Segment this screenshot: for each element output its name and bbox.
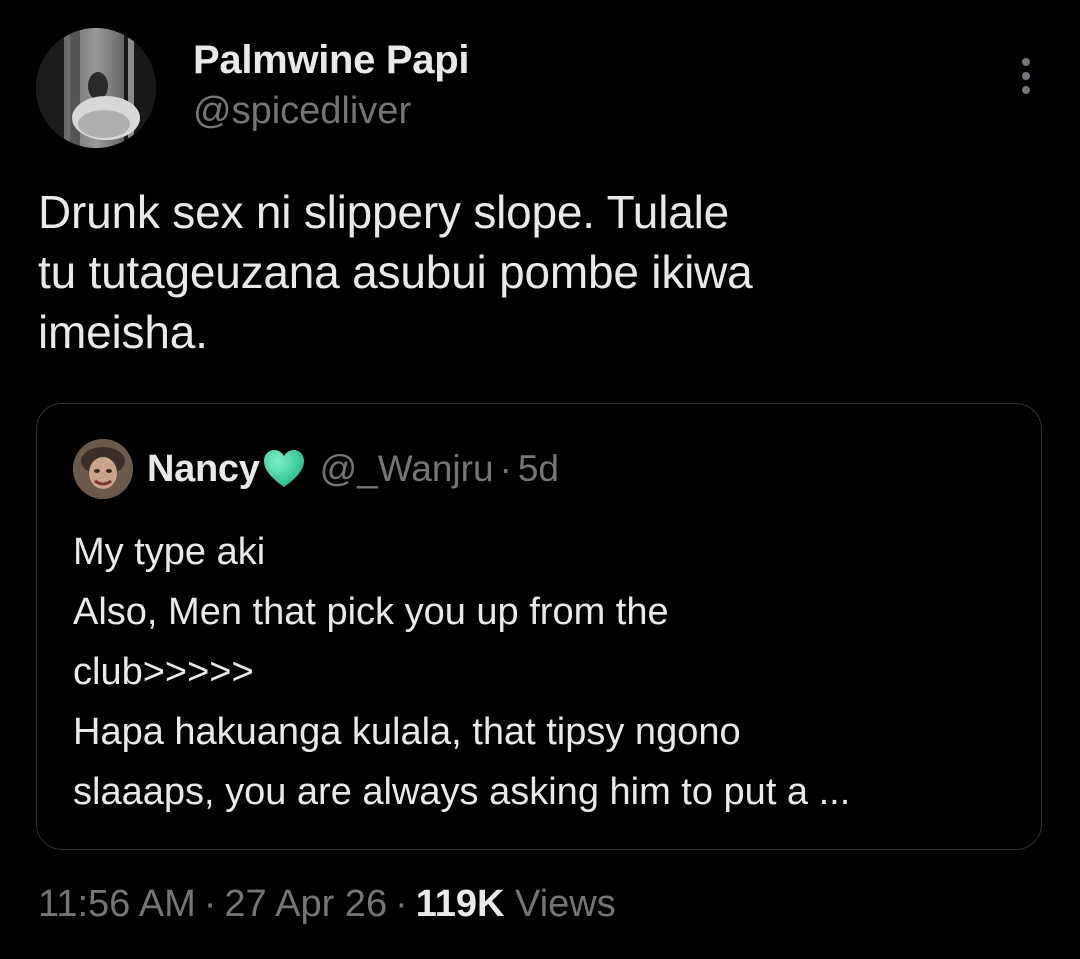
avatar-photo — [36, 28, 156, 148]
quoted-avatar-photo — [73, 439, 133, 499]
meta-separator-dot: · — [203, 883, 217, 925]
meta-separator-dot: · — [395, 883, 408, 925]
quoted-tweet-header: Nancy @_Wanjru · 5d — [73, 438, 559, 500]
author-names: Palmwine Papi @spicedliver — [193, 36, 470, 134]
more-vertical-icon — [1014, 58, 1038, 94]
green-heart-icon — [262, 449, 306, 489]
author-display-name[interactable]: Palmwine Papi — [193, 36, 470, 84]
tweet-detail: Palmwine Papi @spicedliver Drunk sex ni … — [0, 0, 1080, 959]
tweet-date[interactable]: 27 Apr 26 — [224, 883, 387, 925]
views-count: 119K — [415, 883, 505, 925]
quoted-author-display-name: Nancy — [147, 447, 260, 490]
tweet-meta: 11:56 AM · 27 Apr 26 · 119K Views — [38, 876, 616, 932]
views-label: Views — [515, 883, 616, 925]
quoted-separator-dot: · — [499, 448, 512, 489]
quoted-timestamp: 5d — [517, 448, 560, 489]
tweet-text: Drunk sex ni slippery slope. Tulale tu t… — [38, 186, 753, 358]
quoted-author-avatar — [73, 439, 133, 499]
more-options-button[interactable] — [1014, 54, 1038, 102]
author-handle[interactable]: @spicedliver — [193, 88, 469, 134]
quoted-author-handle: @_Wanjru — [319, 448, 494, 489]
quoted-tweet-card[interactable]: Nancy @_Wanjru · 5d My type aki Also, Me… — [36, 403, 1042, 850]
tweet-time[interactable]: 11:56 AM — [38, 883, 196, 925]
quoted-tweet-text: My type aki Also, Men that pick you up f… — [73, 531, 851, 813]
author-avatar[interactable] — [36, 28, 156, 148]
tweet-header: Palmwine Papi @spicedliver — [36, 28, 1044, 148]
